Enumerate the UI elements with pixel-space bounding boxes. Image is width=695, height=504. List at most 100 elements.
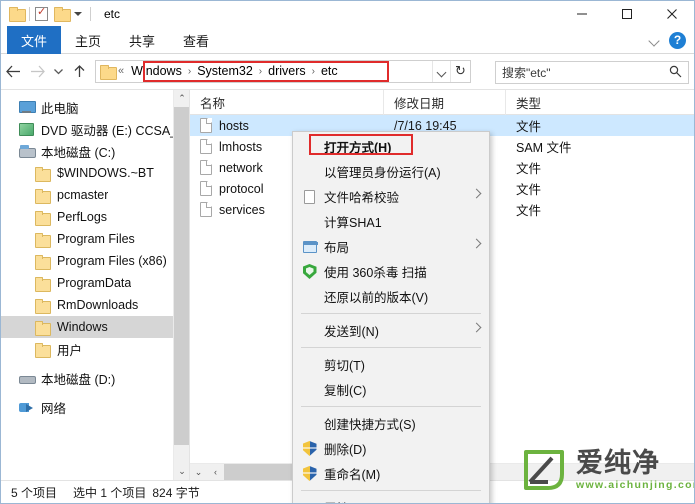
tab-file[interactable]: 文件 <box>7 26 62 54</box>
menu-item-run-as-admin[interactable]: 以管理员身份运行(A) <box>293 159 489 184</box>
scroll-down-icon[interactable]: ⌄ <box>174 463 189 480</box>
watermark: 爱纯净 www.aichunjing.com <box>518 439 694 501</box>
menu-item-compute-sha1[interactable]: 计算SHA1 <box>293 209 489 234</box>
sidebar-item-network[interactable]: 网络 <box>1 396 189 418</box>
menu-item-copy[interactable]: 复制(C) <box>293 377 489 402</box>
network-icon <box>19 401 34 414</box>
sidebar-item-program-files[interactable]: Program Files <box>1 228 189 250</box>
forward-button[interactable] <box>25 58 49 84</box>
uac-shield-icon <box>301 441 318 456</box>
green-shield-icon <box>301 264 318 279</box>
menu-item-rename[interactable]: 重命名(M) <box>293 461 489 486</box>
address-overflow-icon[interactable]: « <box>118 65 124 77</box>
address-bar[interactable]: « Windows › System32 › drivers › etc ↻ <box>95 59 471 83</box>
menu-item-open-with[interactable]: 打开方式(H) <box>293 134 489 159</box>
file-icon <box>200 118 212 133</box>
up-button[interactable] <box>67 58 91 84</box>
sidebar-item-label: 本地磁盘 (D:) <box>41 372 116 387</box>
breadcrumb-item-system32[interactable]: System32 <box>192 64 258 78</box>
sidebar-item-windows-bt[interactable]: $WINDOWS.~BT <box>1 162 189 184</box>
hard-disk-icon <box>19 372 36 385</box>
menu-item-send-to[interactable]: 发送到(N) <box>293 318 489 343</box>
menu-item-label: 重命名(M) <box>324 468 381 482</box>
sidebar-item-perflogs[interactable]: PerfLogs <box>1 206 189 228</box>
breadcrumb-item-windows[interactable]: Windows <box>126 64 187 78</box>
tab-share[interactable]: 共享 <box>115 26 169 54</box>
chevron-down-icon[interactable] <box>72 7 85 20</box>
tab-home[interactable]: 主页 <box>61 26 115 54</box>
sidebar-item-dvd-drive[interactable]: DVD 驱动器 (E:) CCSA_X64 <box>1 118 189 140</box>
scroll-left-icon[interactable]: ‹ <box>207 464 224 481</box>
back-button[interactable] <box>1 58 25 84</box>
minimize-button[interactable] <box>559 1 604 26</box>
sidebar-item-programdata[interactable]: ProgramData <box>1 272 189 294</box>
scrollbar-thumb[interactable] <box>174 107 189 147</box>
breadcrumb-item-drivers[interactable]: drivers <box>263 64 311 78</box>
sidebar-item-label: Program Files <box>57 232 135 246</box>
menu-separator <box>301 347 481 348</box>
watermark-name: 爱纯净 <box>576 447 660 478</box>
sidebar-item-rmdownloads[interactable]: RmDownloads <box>1 294 189 316</box>
status-item-count: 5 个项目 <box>11 485 58 500</box>
breadcrumb-item-etc[interactable]: etc <box>316 64 343 78</box>
chevron-down-icon[interactable] <box>647 32 663 48</box>
recent-locations-button[interactable] <box>49 58 67 84</box>
scroll-up-icon[interactable]: ⌃ <box>174 90 189 107</box>
menu-item-label: 剪切(T) <box>324 359 365 373</box>
maximize-button[interactable] <box>604 1 649 26</box>
tab-view[interactable]: 查看 <box>169 26 223 54</box>
column-header-name[interactable]: 名称 <box>190 90 384 115</box>
status-item-selected: 选中 1 个项目 <box>73 485 147 500</box>
menu-separator <box>301 406 481 407</box>
scrollbar-track[interactable] <box>174 147 189 445</box>
search-icon[interactable] <box>669 65 682 81</box>
search-placeholder: 搜索"etc" <box>502 66 551 80</box>
menu-item-label: 复制(C) <box>324 384 367 398</box>
file-name-label: network <box>219 160 263 175</box>
sidebar-item-label: 网络 <box>41 401 67 416</box>
sidebar-item-windows[interactable]: Windows <box>1 316 189 338</box>
file-type-cell: 文件 <box>516 183 542 197</box>
folder-icon[interactable] <box>9 7 26 22</box>
navigation-pane-scrollbar[interactable]: ⌃ ⌄ <box>173 90 189 480</box>
folder-tree: 此电脑 DVD 驱动器 (E:) CCSA_X64 本地磁盘 (C:) $WIN… <box>1 90 189 418</box>
new-folder-icon[interactable] <box>54 7 71 22</box>
menu-item-delete[interactable]: 删除(D) <box>293 436 489 461</box>
refresh-icon[interactable]: ↻ <box>450 60 470 82</box>
column-header-type[interactable]: 类型 <box>506 90 596 115</box>
menu-separator <box>301 490 481 491</box>
menu-item-file-hash[interactable]: 文件哈希校验 <box>293 184 489 209</box>
sidebar-item-local-disk-d[interactable]: 本地磁盘 (D:) <box>1 367 189 389</box>
menu-item-create-shortcut[interactable]: 创建快捷方式(S) <box>293 411 489 436</box>
menu-item-properties[interactable]: 属性(R) <box>293 495 489 503</box>
menu-item-label: 属性(R) <box>324 498 489 503</box>
address-dropdown-icon[interactable] <box>432 60 450 82</box>
menu-separator <box>301 313 481 314</box>
sidebar-item-users[interactable]: 用户 <box>1 338 189 360</box>
sidebar-item-label: 用户 <box>57 343 83 358</box>
help-icon[interactable]: ? <box>669 31 686 49</box>
sidebar-item-local-disk-c[interactable]: 本地磁盘 (C:) <box>1 140 189 162</box>
sidebar-item-program-files-x86[interactable]: Program Files (x86) <box>1 250 189 272</box>
menu-item-label: 布局 <box>324 241 350 255</box>
search-input[interactable]: 搜索"etc" <box>495 61 689 84</box>
sidebar-item-label: 本地磁盘 (C:) <box>41 145 116 160</box>
uac-shield-icon <box>301 466 318 481</box>
folder-icon <box>35 254 51 270</box>
sidebar-item-label: PerfLogs <box>57 210 108 224</box>
close-button[interactable] <box>649 1 694 26</box>
folder-icon <box>35 298 51 314</box>
menu-item-label: 以管理员身份运行(A) <box>324 166 441 180</box>
menu-item-360-scan[interactable]: 使用 360杀毒 扫描 <box>293 259 489 284</box>
column-header-date[interactable]: 修改日期 <box>384 90 506 115</box>
properties-icon[interactable] <box>35 5 48 21</box>
menu-item-layout[interactable]: 布局 <box>293 234 489 259</box>
file-type-cell: 文件 <box>516 204 542 218</box>
menu-item-cut[interactable]: 剪切(T) <box>293 352 489 377</box>
title-bar: etc <box>1 1 694 26</box>
sidebar-item-pcmaster[interactable]: pcmaster <box>1 184 189 206</box>
menu-item-restore-previous-versions[interactable]: 还原以前的版本(V) <box>293 284 489 309</box>
sidebar-item-label: pcmaster <box>57 188 109 202</box>
scroll-down-icon[interactable]: ⌄ <box>190 464 207 481</box>
sidebar-item-this-pc[interactable]: 此电脑 <box>1 96 189 118</box>
